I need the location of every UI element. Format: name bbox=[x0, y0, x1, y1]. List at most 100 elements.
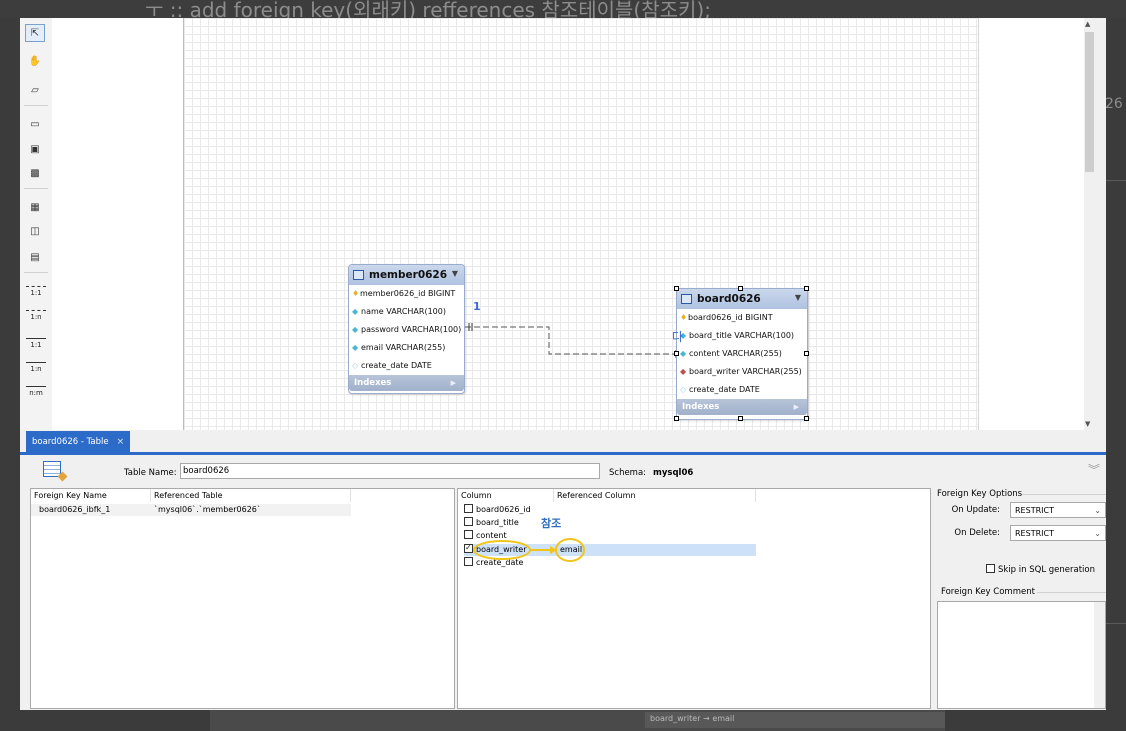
resize-handle[interactable] bbox=[804, 416, 809, 421]
text-note-icon[interactable]: ▣ bbox=[25, 140, 45, 158]
routine-group-icon[interactable]: ▤ bbox=[25, 248, 45, 266]
resize-handle[interactable] bbox=[804, 286, 809, 291]
background-line-number: 26 bbox=[1105, 96, 1123, 112]
close-icon[interactable]: × bbox=[117, 432, 125, 452]
resize-handle[interactable] bbox=[674, 351, 679, 356]
table-row[interactable]: board0626_ibfk_1 `mysql06`.`member0626` bbox=[31, 504, 351, 516]
foreign-key-list[interactable]: Foreign Key Name Referenced Table board0… bbox=[30, 488, 455, 709]
table-name-input[interactable]: board0626 bbox=[180, 463, 600, 479]
column-checkbox-checked[interactable] bbox=[464, 542, 473, 554]
column-diamond-icon: ◆ bbox=[352, 307, 359, 316]
editor-tab-bar: board0626 - Table × bbox=[20, 430, 1106, 455]
collapse-chevron-icon[interactable]: ︾ bbox=[1088, 461, 1100, 478]
diagram-toolbar: ⇱ ✋ ▱ ▭ ▣ ▩ ▦ ◫ ▤ 1:1 1:n 1:1 1:n n:m bbox=[20, 18, 53, 430]
schema-value: mysql06 bbox=[653, 468, 694, 478]
entity-column[interactable]: ◇ create_date DATE bbox=[677, 381, 807, 399]
pointer-icon[interactable]: ⇱ bbox=[25, 24, 45, 42]
table-icon bbox=[681, 294, 692, 304]
entity-indexes-footer[interactable]: Indexes ▶ bbox=[349, 375, 464, 391]
column-diamond-icon: ◆ bbox=[352, 325, 359, 334]
member-table-entity[interactable]: member0626 ▼ ♦member0626_id BIGINT ◆ name… bbox=[348, 264, 465, 394]
relationship-connector[interactable] bbox=[52, 18, 1095, 430]
toolbar-divider bbox=[24, 188, 48, 189]
fk-comment-textarea[interactable] bbox=[937, 601, 1106, 709]
column-checkbox[interactable] bbox=[464, 530, 473, 539]
workbench-window: ⇱ ✋ ▱ ▭ ▣ ▩ ▦ ◫ ▤ 1:1 1:n 1:1 1:n n:m me… bbox=[20, 18, 1106, 710]
table-tool-icon[interactable]: ▦ bbox=[25, 198, 45, 216]
skip-sql-checkbox[interactable]: Skip in SQL generation bbox=[986, 564, 1095, 575]
on-delete-label: On Delete: bbox=[954, 528, 1000, 538]
on-delete-select[interactable]: RESTRICT ⌄ bbox=[1010, 525, 1106, 541]
column-checkbox[interactable] bbox=[464, 504, 473, 513]
primary-key-icon: ♦ bbox=[680, 313, 688, 322]
fk-options-title: Foreign Key Options bbox=[937, 489, 1023, 499]
expand-arrow-icon: ▶ bbox=[450, 379, 456, 387]
table-name-label: Table Name: bbox=[124, 468, 177, 478]
table-editor: Table Name: board0626 Schema: mysql06 ︾ … bbox=[20, 455, 1106, 710]
relationship-n-m-icon[interactable]: n:m bbox=[24, 380, 48, 400]
eraser-icon[interactable]: ▱ bbox=[25, 81, 45, 99]
chevron-down-icon: ⌄ bbox=[1094, 529, 1101, 538]
entity-column[interactable]: ♦member0626_id BIGINT bbox=[349, 285, 464, 303]
scroll-up-icon[interactable]: ▲ bbox=[1085, 20, 1090, 28]
foreign-key-diamond-icon: ◆ bbox=[680, 367, 687, 376]
relationship-1-n-nonidentifying-icon[interactable]: 1:n bbox=[24, 304, 48, 324]
column-header[interactable]: Referenced Column bbox=[554, 489, 756, 502]
entity-column[interactable]: ◆ password VARCHAR(100) bbox=[349, 321, 464, 339]
column-diamond-icon: ◆ bbox=[352, 343, 359, 352]
column-checkbox[interactable] bbox=[464, 517, 473, 526]
toolbar-divider bbox=[24, 105, 48, 106]
tab-board0626-table[interactable]: board0626 - Table × bbox=[26, 431, 131, 452]
collapse-arrow-icon[interactable]: ▼ bbox=[795, 293, 801, 302]
scroll-thumb[interactable] bbox=[1085, 32, 1094, 172]
column-checkbox[interactable] bbox=[464, 557, 473, 566]
relationship-1-1-identifying-icon[interactable]: 1:1 bbox=[24, 332, 48, 352]
scroll-down-icon[interactable]: ▼ bbox=[1085, 420, 1090, 428]
resize-handle[interactable] bbox=[674, 416, 679, 421]
on-update-select[interactable]: RESTRICT ⌄ bbox=[1010, 502, 1106, 518]
fk-table-cell: `mysql06`.`member0626` bbox=[154, 505, 261, 514]
background-divider bbox=[1106, 180, 1126, 181]
diagram-canvas[interactable]: member0626 ▼ ♦member0626_id BIGINT ◆ name… bbox=[52, 18, 1095, 430]
column-diamond-outline-icon: ◇ bbox=[680, 385, 687, 394]
board-table-entity[interactable]: board0626 ▼ ♦board0626_id BIGINT ◆ board_… bbox=[676, 288, 808, 420]
view-tool-icon[interactable]: ◫ bbox=[25, 222, 45, 240]
arrow-icon bbox=[530, 546, 557, 554]
layer-icon[interactable]: ▭ bbox=[25, 115, 45, 133]
cardinality-many-annotation: 다 bbox=[672, 330, 684, 344]
checkbox[interactable] bbox=[986, 564, 995, 573]
comment-divider bbox=[1033, 592, 1106, 593]
image-icon[interactable]: ▩ bbox=[25, 164, 45, 182]
entity-column[interactable]: ◇ create_date DATE bbox=[349, 357, 464, 375]
relationship-1-n-identifying-icon[interactable]: 1:n bbox=[24, 356, 48, 376]
fk-options-divider bbox=[1022, 494, 1106, 495]
column-header[interactable]: Foreign Key Name bbox=[31, 489, 151, 502]
entity-column[interactable]: ◆ content VARCHAR(255) bbox=[677, 345, 807, 363]
entity-indexes-footer[interactable]: Indexes ▶ bbox=[677, 399, 807, 415]
table-row[interactable]: board_title bbox=[464, 517, 519, 529]
collapse-arrow-icon[interactable]: ▼ bbox=[452, 269, 458, 278]
column-diamond-icon: ◆ bbox=[680, 349, 687, 358]
resize-handle[interactable] bbox=[804, 351, 809, 356]
fk-column-mapping-list[interactable]: Column Referenced Column board0626_id bo… bbox=[457, 488, 931, 709]
table-row[interactable]: board0626_id bbox=[464, 504, 531, 516]
hand-icon[interactable]: ✋ bbox=[25, 52, 45, 70]
entity-column[interactable]: ♦board0626_id BIGINT bbox=[677, 309, 807, 327]
resize-handle[interactable] bbox=[738, 416, 743, 421]
entity-column[interactable]: ◆ name VARCHAR(100) bbox=[349, 303, 464, 321]
column-header[interactable]: Referenced Table bbox=[151, 489, 351, 502]
entity-column[interactable]: ◆ board_title VARCHAR(100) bbox=[677, 327, 807, 345]
resize-handle[interactable] bbox=[738, 286, 743, 291]
entity-header[interactable]: board0626 ▼ bbox=[677, 289, 807, 309]
entity-column[interactable]: ◆ email VARCHAR(255) bbox=[349, 339, 464, 357]
fk-comment-label: Foreign Key Comment bbox=[941, 587, 1037, 597]
table-icon bbox=[353, 270, 364, 280]
canvas-vertical-scrollbar[interactable]: ▲ ▼ bbox=[1084, 18, 1095, 430]
relationship-1-1-nonidentifying-icon[interactable]: 1:1 bbox=[24, 280, 48, 300]
background-snippet-text: board_writer → email bbox=[650, 714, 735, 723]
entity-column[interactable]: ◆ board_writer VARCHAR(255) bbox=[677, 363, 807, 381]
entity-header[interactable]: member0626 ▼ bbox=[349, 265, 464, 285]
resize-handle[interactable] bbox=[674, 286, 679, 291]
textarea-scrollbar[interactable] bbox=[1094, 602, 1105, 708]
column-header[interactable]: Column bbox=[458, 489, 554, 502]
